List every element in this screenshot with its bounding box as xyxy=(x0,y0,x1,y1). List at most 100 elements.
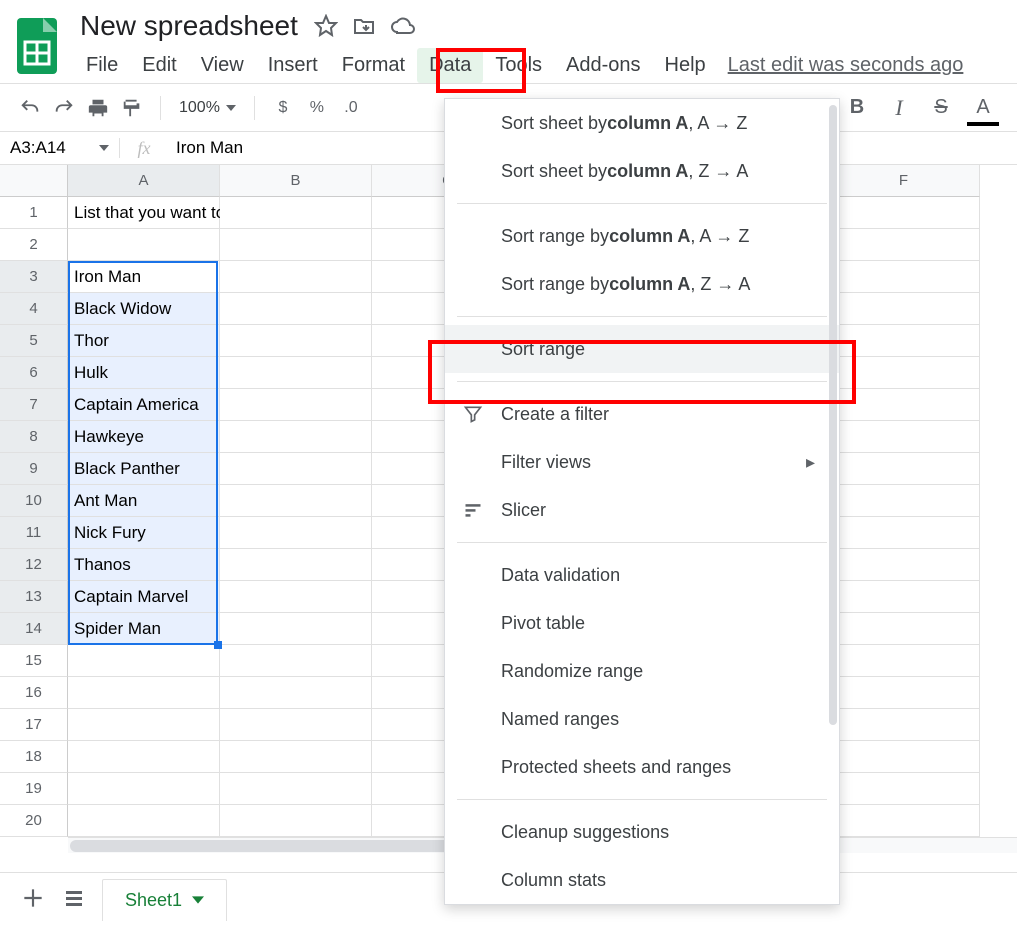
column-header-A[interactable]: A xyxy=(68,165,220,197)
zoom-select[interactable]: 100% xyxy=(175,99,240,117)
cell-A6[interactable]: Hulk xyxy=(68,357,220,389)
cell-A19[interactable] xyxy=(68,773,220,805)
cell-A3[interactable]: Iron Man xyxy=(68,261,220,293)
cell-F16[interactable] xyxy=(828,677,980,709)
move-icon[interactable] xyxy=(352,14,376,38)
row-header-8[interactable]: 8 xyxy=(0,421,68,453)
undo-button[interactable] xyxy=(16,94,44,122)
cell-B11[interactable] xyxy=(220,517,372,549)
redo-button[interactable] xyxy=(50,94,78,122)
row-header-4[interactable]: 4 xyxy=(0,293,68,325)
cell-B19[interactable] xyxy=(220,773,372,805)
cell-B7[interactable] xyxy=(220,389,372,421)
paint-format-button[interactable] xyxy=(118,94,146,122)
cell-F8[interactable] xyxy=(828,421,980,453)
row-header-18[interactable]: 18 xyxy=(0,741,68,773)
last-edit-link[interactable]: Last edit was seconds ago xyxy=(728,54,964,77)
cell-B5[interactable] xyxy=(220,325,372,357)
name-box[interactable]: A3:A14 xyxy=(0,138,120,158)
cell-B9[interactable] xyxy=(220,453,372,485)
column-header-B[interactable]: B xyxy=(220,165,372,197)
row-header-6[interactable]: 6 xyxy=(0,357,68,389)
cell-F10[interactable] xyxy=(828,485,980,517)
cell-A14[interactable]: Spider Man xyxy=(68,613,220,645)
menu-sort-sheet-az[interactable]: Sort sheet by column A, A → Z xyxy=(445,99,839,147)
row-header-10[interactable]: 10 xyxy=(0,485,68,517)
menu-help[interactable]: Help xyxy=(653,48,718,83)
menu-format[interactable]: Format xyxy=(330,48,417,83)
cell-B14[interactable] xyxy=(220,613,372,645)
cell-B20[interactable] xyxy=(220,805,372,837)
menu-randomize-range[interactable]: Randomize range xyxy=(445,647,839,695)
menu-scrollbar[interactable] xyxy=(829,105,837,725)
cell-A11[interactable]: Nick Fury xyxy=(68,517,220,549)
cell-F9[interactable] xyxy=(828,453,980,485)
menu-view[interactable]: View xyxy=(189,48,256,83)
row-header-7[interactable]: 7 xyxy=(0,389,68,421)
row-header-14[interactable]: 14 xyxy=(0,613,68,645)
cell-F4[interactable] xyxy=(828,293,980,325)
row-header-12[interactable]: 12 xyxy=(0,549,68,581)
menu-slicer[interactable]: Slicer xyxy=(445,486,839,534)
cell-B16[interactable] xyxy=(220,677,372,709)
menu-data-validation[interactable]: Data validation xyxy=(445,551,839,599)
cell-B3[interactable] xyxy=(220,261,372,293)
cell-F19[interactable] xyxy=(828,773,980,805)
menu-cleanup-suggestions[interactable]: Cleanup suggestions xyxy=(445,808,839,856)
cell-F3[interactable] xyxy=(828,261,980,293)
document-title[interactable]: New spreadsheet xyxy=(74,8,304,44)
star-icon[interactable] xyxy=(314,14,338,38)
cell-A10[interactable]: Ant Man xyxy=(68,485,220,517)
menu-named-ranges[interactable]: Named ranges xyxy=(445,695,839,743)
cell-F2[interactable] xyxy=(828,229,980,261)
cell-F7[interactable] xyxy=(828,389,980,421)
row-header-17[interactable]: 17 xyxy=(0,709,68,741)
cell-A17[interactable] xyxy=(68,709,220,741)
row-header-5[interactable]: 5 xyxy=(0,325,68,357)
menu-sort-range-az[interactable]: Sort range by column A, A → Z xyxy=(445,212,839,260)
menu-file[interactable]: File xyxy=(74,48,130,83)
cell-B6[interactable] xyxy=(220,357,372,389)
cell-F18[interactable] xyxy=(828,741,980,773)
decrease-decimal-button[interactable]: .0 xyxy=(337,94,365,122)
strikethrough-button[interactable]: S xyxy=(927,94,955,122)
row-header-15[interactable]: 15 xyxy=(0,645,68,677)
menu-column-stats[interactable]: Column stats xyxy=(445,856,839,904)
column-header-F[interactable]: F xyxy=(828,165,980,197)
cell-F5[interactable] xyxy=(828,325,980,357)
all-sheets-button[interactable] xyxy=(62,886,86,913)
cell-F13[interactable] xyxy=(828,581,980,613)
cell-A18[interactable] xyxy=(68,741,220,773)
cell-A4[interactable]: Black Widow xyxy=(68,293,220,325)
cell-B17[interactable] xyxy=(220,709,372,741)
cell-A2[interactable] xyxy=(68,229,220,261)
format-currency-button[interactable]: $ xyxy=(269,94,297,122)
row-header-9[interactable]: 9 xyxy=(0,453,68,485)
cell-B12[interactable] xyxy=(220,549,372,581)
cell-F20[interactable] xyxy=(828,805,980,837)
select-all-corner[interactable] xyxy=(0,165,68,197)
italic-button[interactable]: I xyxy=(885,94,913,122)
row-header-19[interactable]: 19 xyxy=(0,773,68,805)
cell-B15[interactable] xyxy=(220,645,372,677)
sheets-logo[interactable] xyxy=(0,8,74,76)
print-button[interactable] xyxy=(84,94,112,122)
cell-F12[interactable] xyxy=(828,549,980,581)
cell-B8[interactable] xyxy=(220,421,372,453)
cell-B13[interactable] xyxy=(220,581,372,613)
cell-A12[interactable]: Thanos xyxy=(68,549,220,581)
menu-filter-views[interactable]: Filter views ▸ xyxy=(445,438,839,486)
menu-edit[interactable]: Edit xyxy=(130,48,188,83)
cell-B18[interactable] xyxy=(220,741,372,773)
cell-B2[interactable] xyxy=(220,229,372,261)
cell-A1[interactable]: List that you want to alphabetize: xyxy=(68,197,220,229)
row-header-13[interactable]: 13 xyxy=(0,581,68,613)
row-header-20[interactable]: 20 xyxy=(0,805,68,837)
menu-sort-range-za[interactable]: Sort range by column A, Z → A xyxy=(445,260,839,308)
cloud-status-icon[interactable] xyxy=(390,14,416,38)
row-header-11[interactable]: 11 xyxy=(0,517,68,549)
cell-A15[interactable] xyxy=(68,645,220,677)
cell-A20[interactable] xyxy=(68,805,220,837)
sheet-tab[interactable]: Sheet1 xyxy=(102,879,227,921)
cell-A7[interactable]: Captain America xyxy=(68,389,220,421)
